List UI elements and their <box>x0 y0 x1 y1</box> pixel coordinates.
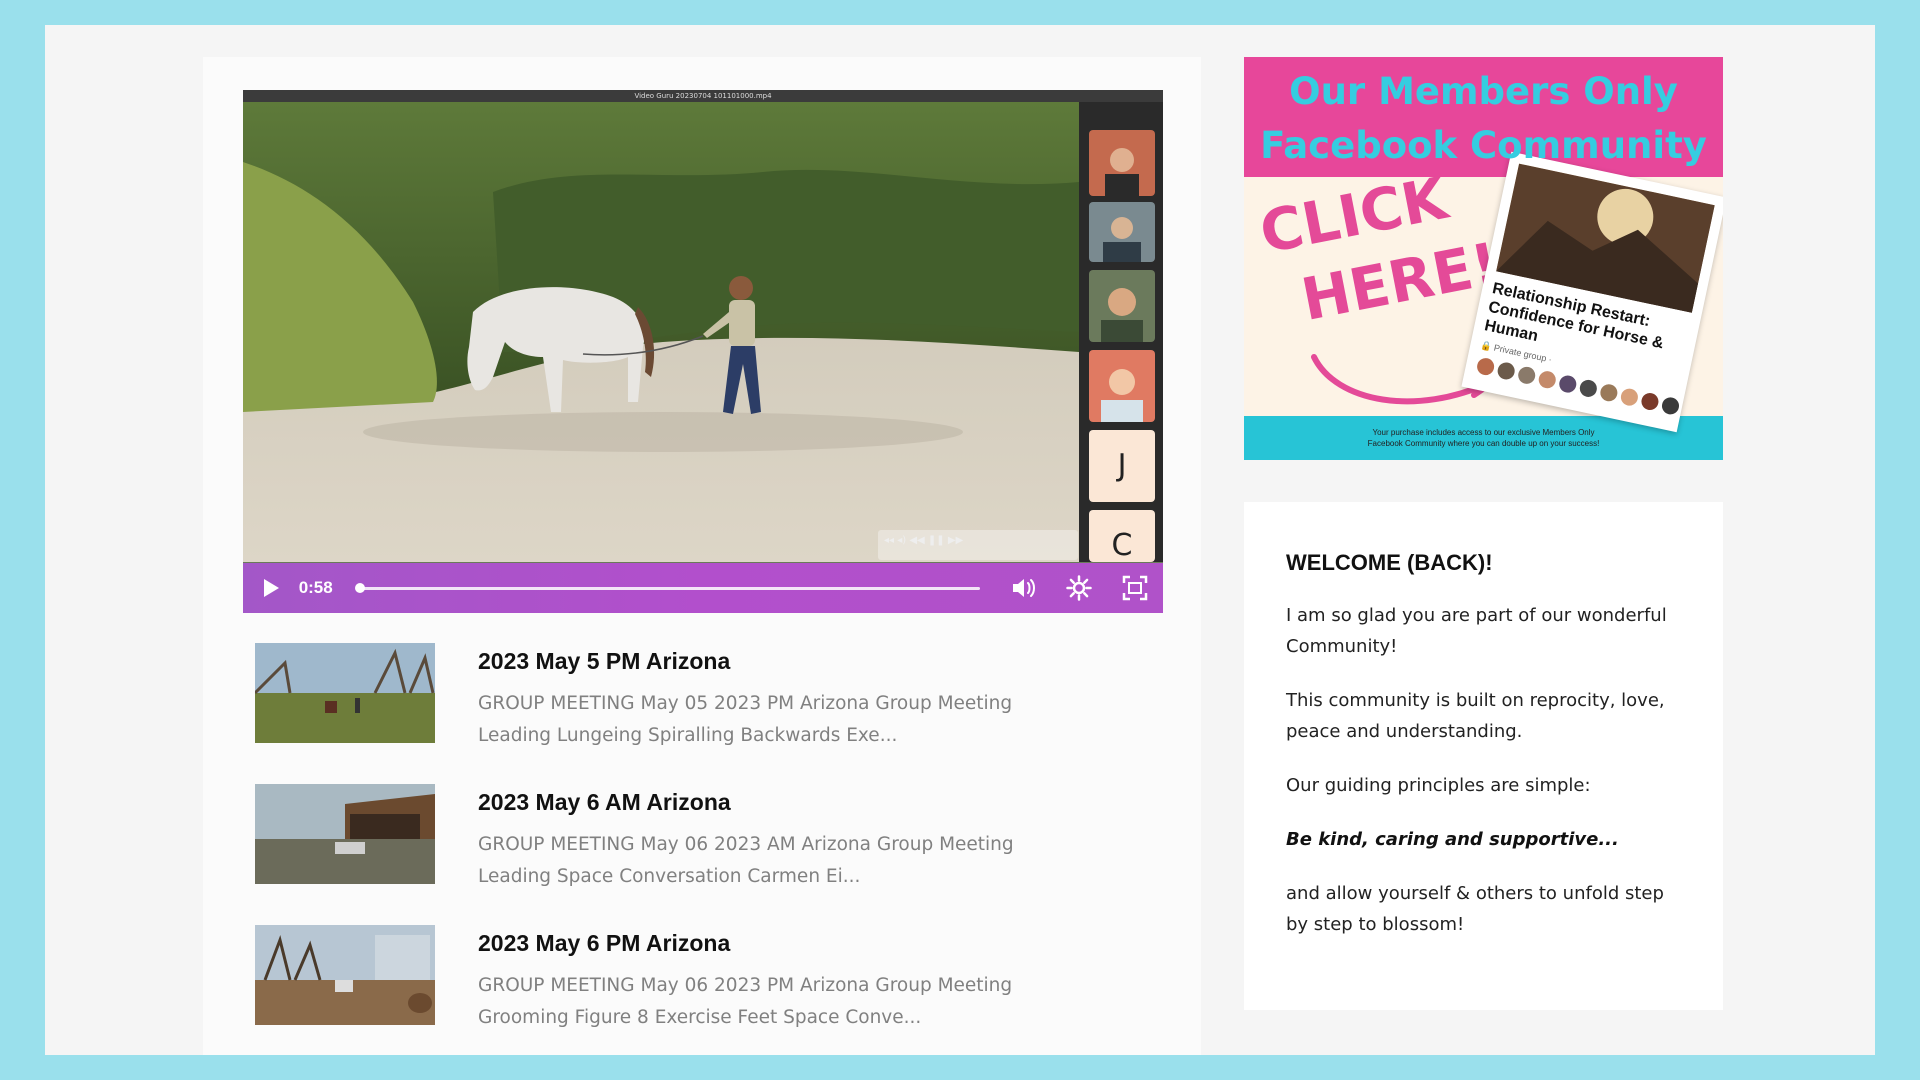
participant-initial-tile: J <box>1089 430 1155 502</box>
participant-tile <box>1089 350 1155 422</box>
welcome-card: WELCOME (BACK)! I am so glad you are par… <box>1244 502 1723 1010</box>
video-frame-riding-arena[interactable] <box>243 102 1079 562</box>
recording-thumbnail[interactable] <box>255 925 435 1025</box>
recording-title[interactable]: 2023 May 6 PM Arizona <box>478 930 730 957</box>
video-player[interactable]: Video Guru 20230704 101101000.mp4 J C ◂◂… <box>243 90 1163 613</box>
recording-thumbnail[interactable] <box>255 643 435 743</box>
welcome-paragraph: This community is built on reprocity, lo… <box>1286 690 1665 742</box>
settings-button[interactable] <box>1052 563 1108 613</box>
welcome-heading: WELCOME (BACK)! <box>1286 550 1493 575</box>
facebook-group-card[interactable]: Relationship Restart: Confidence for Hor… <box>1461 151 1723 433</box>
participant-tile <box>1089 130 1155 196</box>
participant-initial-tile: C <box>1089 510 1155 562</box>
volume-button[interactable] <box>996 563 1052 613</box>
recording-thumbnail[interactable] <box>255 784 435 884</box>
click-here-text[interactable]: CLICK HERE! <box>1254 154 1505 343</box>
main-content-panel: Video Guru 20230704 101101000.mp4 J C ◂◂… <box>203 57 1201 1055</box>
recording-list-item[interactable]: 2023 May 5 PM Arizona GROUP MEETING May … <box>255 643 1155 763</box>
recording-title[interactable]: 2023 May 5 PM Arizona <box>478 648 730 675</box>
fullscreen-icon <box>1122 575 1148 601</box>
recording-list-item[interactable]: 2023 May 6 AM Arizona GROUP MEETING May … <box>255 784 1155 904</box>
recording-list-item[interactable]: 2023 May 6 PM Arizona GROUP MEETING May … <box>255 925 1155 1045</box>
welcome-paragraph: I am so glad you are part of our wonderf… <box>1286 605 1667 657</box>
progress-track <box>358 587 980 590</box>
play-button[interactable] <box>243 563 299 613</box>
fullscreen-button[interactable] <box>1107 563 1163 613</box>
settings-gear-icon <box>1066 575 1093 601</box>
participant-strip: J C <box>1079 102 1163 562</box>
video-filename-bar: Video Guru 20230704 101101000.mp4 <box>243 90 1163 102</box>
current-time: 0:58 <box>298 578 333 597</box>
participant-tile <box>1089 270 1155 342</box>
play-icon <box>263 579 279 597</box>
recording-title[interactable]: 2023 May 6 AM Arizona <box>478 789 731 816</box>
welcome-paragraph: and allow yourself & others to unfold st… <box>1286 883 1664 935</box>
recording-description: GROUP MEETING May 06 2023 PM Arizona Gro… <box>478 975 1013 1028</box>
progress-knob[interactable] <box>355 583 366 593</box>
banner-title: Our Members Only Facebook Community <box>1260 70 1707 167</box>
progress-scrubber[interactable] <box>355 563 980 613</box>
volume-icon <box>1012 579 1035 597</box>
guiding-principle: Be kind, caring and supportive... <box>1286 829 1619 850</box>
recording-description: GROUP MEETING May 06 2023 AM Arizona Gro… <box>478 834 1014 887</box>
participant-tile <box>1089 202 1155 262</box>
facebook-community-banner[interactable]: Our Members Only Facebook Community CLIC… <box>1244 57 1723 460</box>
embedded-mini-controls: ◂◂ ◂) ◀◀ ❚❚ ▶▶ <box>878 530 1078 560</box>
welcome-paragraph: Our guiding principles are simple: <box>1286 775 1591 796</box>
recording-description: GROUP MEETING May 05 2023 PM Arizona Gro… <box>478 693 1013 746</box>
player-controls-bar: 0:58 <box>243 563 1163 613</box>
